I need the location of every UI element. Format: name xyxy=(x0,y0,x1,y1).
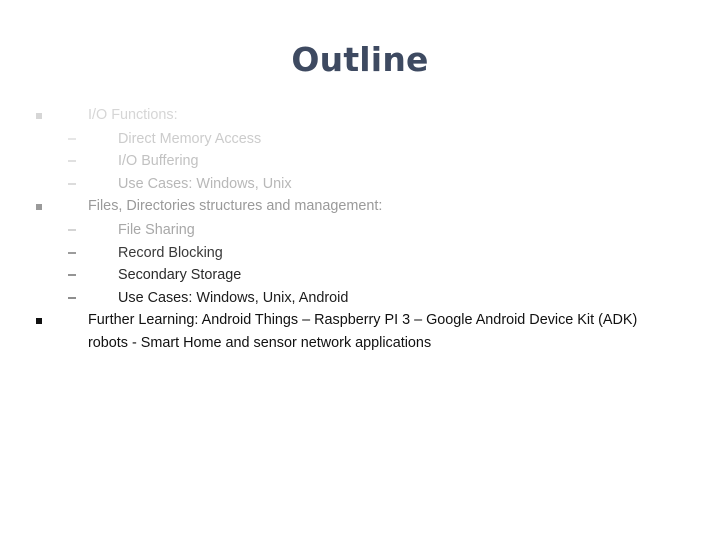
sub-bullet-item: – Use Cases: Windows, Unix xyxy=(0,173,720,196)
square-bullet-glyph xyxy=(36,112,42,119)
square-bullet-glyph xyxy=(36,204,42,210)
sub-bullet-item: – Direct Memory Access xyxy=(0,128,720,151)
sub-bullet-item: – I/O Buffering xyxy=(0,150,720,173)
slide-body: I/O Functions: – Direct Memory Access – … xyxy=(0,104,720,355)
sub-bullet-item: – Record Blocking xyxy=(0,242,720,265)
bullet-label: Files, Directories structures and manage… xyxy=(88,198,383,215)
slide-canvas: Outline I/O Functions: – Direct Memory A… xyxy=(0,0,720,540)
dash-bullet-icon: – xyxy=(68,289,77,306)
bullet-item: I/O Functions: xyxy=(0,104,720,128)
dash-bullet-icon: – xyxy=(68,244,77,261)
bullet-label: I/O Functions: xyxy=(88,107,178,123)
dash-bullet-icon: – xyxy=(68,130,77,147)
dash-bullet-icon: – xyxy=(68,175,77,192)
bullet-item: Further Learning: Android Things – Raspb… xyxy=(0,309,720,354)
square-bullet-glyph xyxy=(36,317,42,324)
sub-bullet-label: Record Blocking xyxy=(118,244,223,261)
sub-bullet-item: – Secondary Storage xyxy=(0,264,720,287)
slide-title-area: Outline xyxy=(0,40,720,79)
sub-bullet-label: Use Cases: Windows, Unix, Android xyxy=(118,289,349,306)
sub-bullet-label: Direct Memory Access xyxy=(118,130,262,147)
sub-bullet-label: I/O Buffering xyxy=(118,153,199,170)
square-bullet-icon xyxy=(36,309,88,333)
dash-bullet-icon: – xyxy=(68,153,77,170)
dash-bullet-icon: – xyxy=(68,267,77,284)
bullet-label: Further Learning: Android Things – Raspb… xyxy=(88,312,638,351)
dash-bullet-icon: – xyxy=(68,221,77,238)
sub-bullet-label: Secondary Storage xyxy=(118,267,242,284)
sub-bullet-label: File Sharing xyxy=(118,221,195,238)
square-bullet-icon xyxy=(36,104,88,128)
bullet-item: Files, Directories structures and manage… xyxy=(0,195,720,219)
sub-bullet-label: Use Cases: Windows, Unix xyxy=(118,175,292,192)
page-title: Outline xyxy=(291,40,429,79)
sub-bullet-item: – File Sharing xyxy=(0,219,720,242)
sub-bullet-item: – Use Cases: Windows, Unix, Android xyxy=(0,287,720,310)
square-bullet-icon xyxy=(36,195,88,219)
